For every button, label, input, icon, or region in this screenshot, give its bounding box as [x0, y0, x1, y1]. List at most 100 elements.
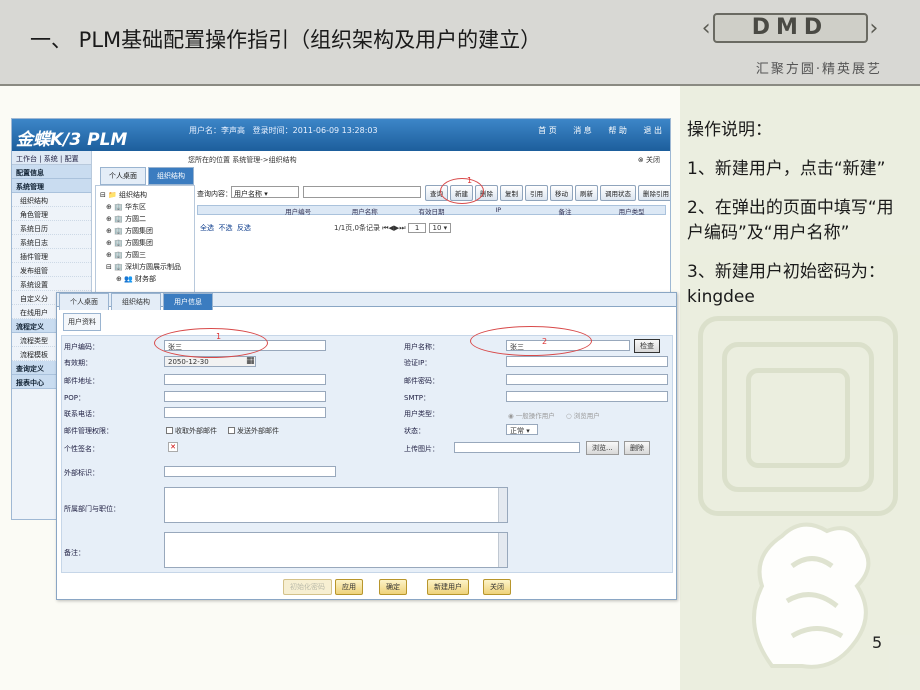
dept-position-textarea[interactable]	[164, 487, 508, 523]
user-name-highlight	[470, 326, 592, 356]
close-label: 关闭	[646, 156, 660, 164]
logout-link[interactable]: 退 出	[643, 126, 662, 135]
send-mail-checkbox[interactable]: 发送外部邮件	[228, 426, 279, 436]
new-user-button[interactable]: 新建用户	[427, 579, 469, 595]
dept-position-label: 所属部门与职位：	[64, 505, 120, 513]
login-time: 登录时间：2011-06-09 13:28:03	[252, 126, 378, 135]
new-button-mark-number: 1	[467, 176, 473, 185]
grid-header[interactable]: 用户编号	[265, 206, 332, 216]
copy-button[interactable]: 复制	[500, 185, 523, 201]
tab-user-info[interactable]: 用户信息	[163, 293, 213, 310]
sidebar-item-calendar[interactable]: 系统日历	[12, 221, 91, 235]
call-status-button[interactable]: 调用状态	[600, 185, 636, 201]
grid-header[interactable]: 用户名称	[331, 206, 398, 216]
phone-label: 联系电话：	[64, 410, 99, 418]
move-button[interactable]: 移动	[550, 185, 573, 201]
sidebar-item-logs[interactable]: 系统日志	[12, 235, 91, 249]
mail-permission-label: 邮件管理权限：	[64, 427, 113, 435]
help-link[interactable]: 帮 助	[608, 126, 627, 135]
delete-image-button[interactable]: 删除	[624, 441, 650, 455]
sidebar-section-config[interactable]: 配置信息	[12, 165, 91, 179]
upload-image-label: 上传图片：	[404, 445, 439, 453]
status-label: 状态：	[404, 427, 425, 435]
home-link[interactable]: 首 页	[538, 126, 557, 135]
delete-reference-button[interactable]: 删除引用	[638, 185, 670, 201]
messages-link[interactable]: 消 息	[573, 126, 592, 135]
confirm-button[interactable]: 确定	[379, 579, 407, 595]
select-none-link[interactable]: 不选	[218, 224, 232, 232]
logo-right-chevron-icon: ›	[869, 15, 879, 41]
sidebar-item-roles[interactable]: 角色管理	[12, 207, 91, 221]
browse-button[interactable]: 浏览...	[586, 441, 619, 455]
status-select[interactable]: 正常 ▾	[506, 424, 538, 435]
user-type-general-radio[interactable]: ◉ 一般操作用户	[508, 410, 555, 420]
search-label: 查询内容：	[197, 190, 232, 198]
upload-path-input[interactable]	[454, 442, 580, 453]
tab-org-structure[interactable]: 组织结构	[111, 293, 161, 310]
close-link[interactable]: ⊗ 关闭	[638, 155, 660, 165]
signature-label: 个性签名：	[64, 445, 99, 453]
init-password-button[interactable]: 初始化密码	[283, 579, 332, 595]
tree-node[interactable]: ⊕ 🏢 华东区	[100, 201, 190, 213]
tab-personal-desktop[interactable]: 个人桌面	[59, 293, 109, 310]
select-all-link[interactable]: 全选	[200, 224, 214, 232]
tree-node[interactable]: ⊕ 🏢 方圆集团	[100, 225, 190, 237]
dragon-emblem-icon	[752, 522, 871, 669]
mail-password-label: 邮件密码：	[404, 377, 439, 385]
tree-node[interactable]: ⊕ 🏢 方圆集团	[100, 237, 190, 249]
textarea-scrollbar[interactable]	[498, 533, 507, 567]
search-field-select[interactable]: 用户名称 ▾	[231, 186, 299, 198]
tab-personal-desktop[interactable]: 个人桌面	[100, 167, 146, 185]
pager-info: 1/1页,0条记录	[334, 224, 380, 232]
grid-header[interactable]: IP	[465, 206, 532, 214]
sidebar-section-system[interactable]: 系统管理	[12, 179, 91, 193]
pop-input[interactable]	[164, 391, 326, 402]
refresh-button[interactable]: 刷新	[575, 185, 598, 201]
search-input[interactable]	[303, 186, 421, 198]
page-number: 5	[872, 633, 883, 652]
sidebar-item-settings[interactable]: 系统设置	[12, 277, 91, 291]
sidebar-item-plugins[interactable]: 插件管理	[12, 249, 91, 263]
app-logo: 金蝶K/3 PLM	[16, 130, 128, 150]
reference-button[interactable]: 引用	[525, 185, 548, 201]
workspace-nav[interactable]: 工作台 | 系统 | 配置	[12, 151, 91, 165]
tree-node[interactable]: ⊟ 🏢 深圳方圆展示制品	[100, 261, 190, 273]
new-button-highlight	[440, 178, 484, 204]
tree-node-root[interactable]: ⊟ 📁 组织结构	[100, 189, 190, 201]
invert-selection-link[interactable]: 反选	[237, 224, 251, 232]
textarea-scrollbar[interactable]	[498, 488, 507, 522]
logo-left-chevron-icon: ‹	[701, 15, 711, 41]
external-id-input[interactable]	[164, 466, 336, 477]
grid-header[interactable]: 有效日期	[398, 206, 465, 216]
sidebar-item-org[interactable]: 组织结构	[12, 193, 91, 207]
check-button[interactable]: 检查	[634, 339, 660, 353]
user-profile-tab[interactable]: 用户资料	[63, 313, 101, 331]
phone-input[interactable]	[164, 407, 326, 418]
tree-node[interactable]: ⊕ 🏢 方圆三	[100, 249, 190, 261]
user-type-browse-radio[interactable]: ○ 浏览用户	[566, 410, 600, 420]
grid-header[interactable]: 备注	[532, 206, 599, 216]
note-step-3: 3、新建用户初始密码为：kingdee	[687, 262, 885, 307]
page-size-select[interactable]: 10 ▾	[428, 223, 452, 233]
receive-mail-checkbox[interactable]: 收取外部邮件	[166, 426, 217, 436]
last-page-icon[interactable]: ⏭	[399, 224, 405, 232]
grid-header[interactable]: 用户类型	[598, 206, 665, 216]
mail-password-input[interactable]	[506, 374, 668, 385]
remark-textarea[interactable]	[164, 532, 508, 568]
smtp-input[interactable]	[506, 391, 668, 402]
login-info: 用户名：李声高 登录时间：2011-06-09 13:28:03	[189, 125, 378, 136]
tree-node[interactable]: ⊕ 🏢 方圆二	[100, 213, 190, 225]
page-input[interactable]: 1	[407, 223, 427, 233]
org-tree: ⊟ 📁 组织结构 ⊕ 🏢 华东区 ⊕ 🏢 方圆二 ⊕ 🏢 方圆集团 ⊕ 🏢 方圆…	[95, 185, 195, 309]
notes-heading: 操作说明：	[687, 120, 772, 140]
sidebar-item-publish[interactable]: 发布组管	[12, 263, 91, 277]
signature-image-icon[interactable]: ✕	[168, 442, 178, 452]
apply-button[interactable]: 应用	[335, 579, 363, 595]
close-button[interactable]: 关闭	[483, 579, 511, 595]
calendar-icon[interactable]: ▦	[246, 356, 255, 366]
tab-org-structure[interactable]: 组织结构	[148, 167, 194, 185]
top-menu: 首 页 消 息 帮 助 退 出	[524, 125, 662, 136]
tree-node[interactable]: ⊕ 👥 财务部	[100, 273, 190, 285]
verify-ip-input[interactable]	[506, 356, 668, 367]
mail-address-input[interactable]	[164, 374, 326, 385]
